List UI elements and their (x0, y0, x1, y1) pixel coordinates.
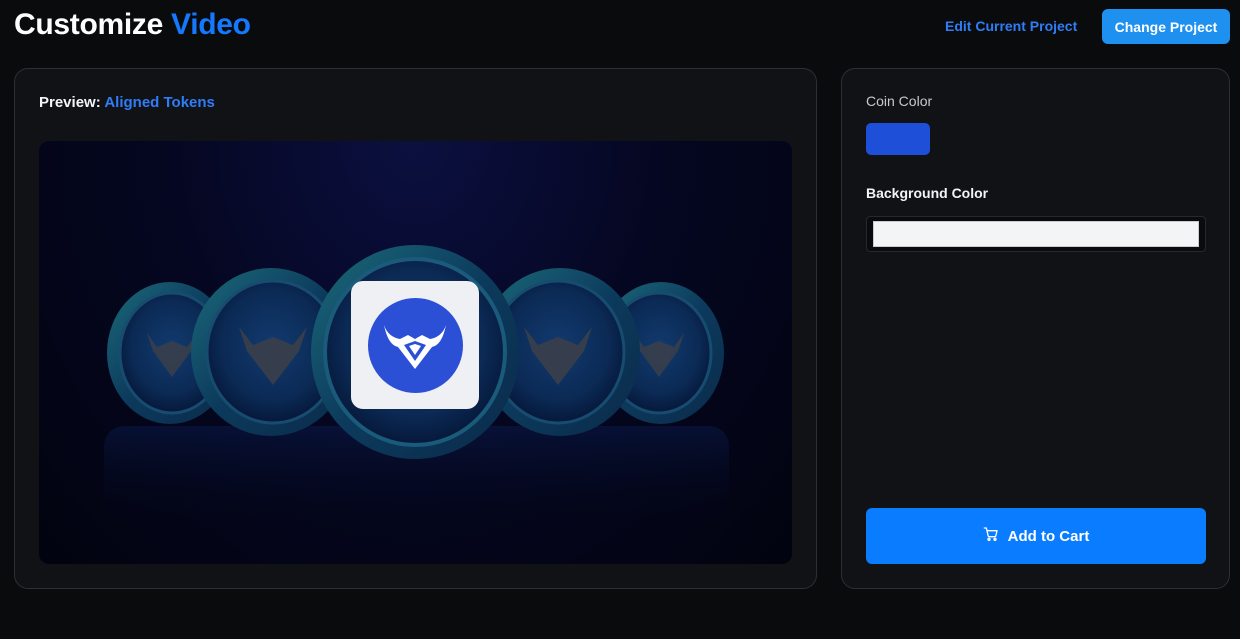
logo-overlay (351, 281, 479, 409)
customize-video-page: Customize Video Edit Current Project Cha… (0, 0, 1240, 639)
title-main: Customize (14, 8, 163, 41)
settings-panel: Coin Color Background Color Add to Cart (841, 68, 1230, 589)
preview-template-name: Aligned Tokens (104, 94, 215, 111)
preview-panel: Preview: Aligned Tokens (14, 68, 817, 589)
background-color-field[interactable] (866, 216, 1206, 252)
coin-color-picker[interactable] (866, 123, 930, 155)
coin-color-label: Coin Color (866, 93, 933, 109)
change-project-button[interactable]: Change Project (1102, 9, 1230, 44)
title-accent: Video (171, 8, 251, 41)
video-preview[interactable] (39, 141, 792, 564)
shopping-cart-icon (983, 526, 999, 546)
preview-prefix: Preview: (39, 94, 101, 111)
background-color-label: Background Color (866, 185, 989, 201)
background-color-picker[interactable] (873, 221, 1199, 247)
page-title: Customize Video (14, 8, 251, 42)
bull-logo-icon (367, 297, 463, 393)
add-to-cart-label: Add to Cart (1007, 527, 1090, 545)
preview-label: Preview: Aligned Tokens (39, 94, 215, 111)
page-header: Customize Video Edit Current Project Cha… (0, 0, 1240, 56)
add-to-cart-button[interactable]: Add to Cart (866, 508, 1206, 564)
edit-current-project-link[interactable]: Edit Current Project (945, 18, 1077, 34)
